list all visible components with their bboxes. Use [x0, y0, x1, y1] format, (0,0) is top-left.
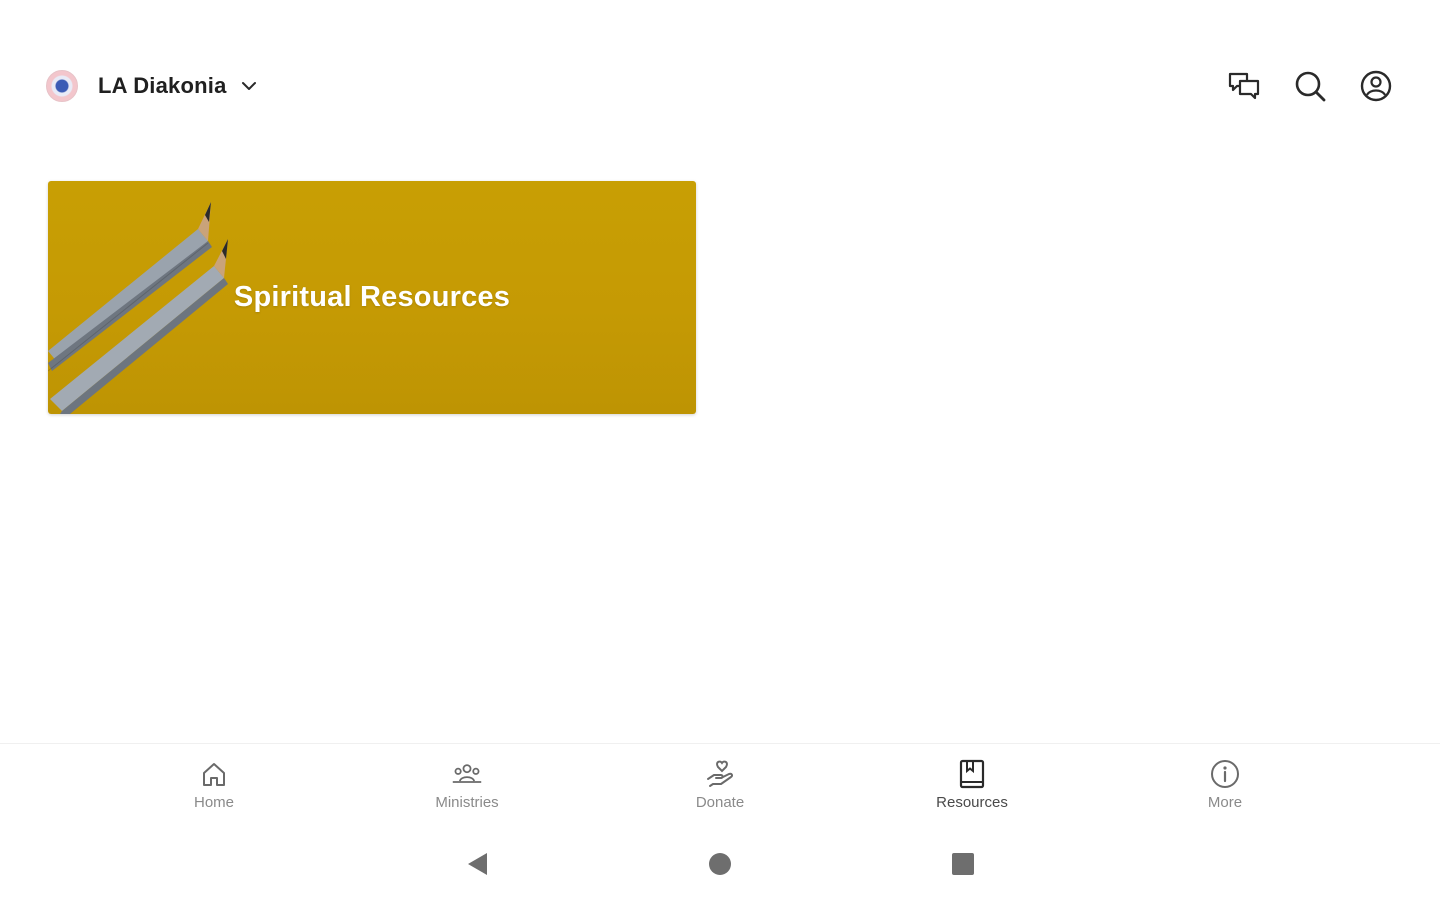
nav-item-donate[interactable]: Donate	[650, 758, 790, 811]
spiritual-resources-card[interactable]: Spiritual Resources	[48, 181, 696, 414]
app-root: LA Diakonia Spiritual Resources Home Min…	[0, 0, 1440, 900]
home-circle-icon[interactable]	[702, 846, 738, 882]
chevron-down-icon	[239, 76, 259, 96]
info-icon	[1209, 758, 1241, 790]
nav-label-donate: Donate	[695, 794, 745, 811]
top-app-bar: LA Diakonia	[46, 58, 1394, 114]
card-title: Spiritual Resources	[233, 281, 511, 313]
back-icon[interactable]	[459, 846, 495, 882]
nav-label-more: More	[1207, 794, 1243, 811]
nav-item-ministries[interactable]: Ministries	[397, 758, 537, 811]
nav-label-home: Home	[193, 794, 234, 811]
nav-label-ministries: Ministries	[435, 794, 499, 811]
book-icon	[956, 758, 988, 790]
search-icon[interactable]	[1292, 68, 1328, 104]
org-switcher[interactable]: LA Diakonia	[46, 70, 259, 102]
nav-label-resources: Resources	[936, 794, 1008, 811]
org-logo	[46, 70, 78, 102]
nav-item-resources[interactable]: Resources	[902, 758, 1042, 811]
donate-icon	[704, 758, 736, 790]
system-navigation-bar	[0, 846, 1440, 882]
nav-item-home[interactable]: Home	[144, 758, 284, 811]
home-icon	[198, 758, 230, 790]
profile-icon[interactable]	[1358, 68, 1394, 104]
header-actions	[1226, 68, 1394, 104]
group-icon	[451, 758, 483, 790]
messages-icon[interactable]	[1226, 68, 1262, 104]
org-name: LA Diakonia	[98, 73, 227, 98]
recents-icon[interactable]	[945, 846, 981, 882]
nav-item-more[interactable]: More	[1155, 758, 1295, 811]
bottom-navigation: Home Ministries Donate Resources More	[0, 743, 1440, 833]
